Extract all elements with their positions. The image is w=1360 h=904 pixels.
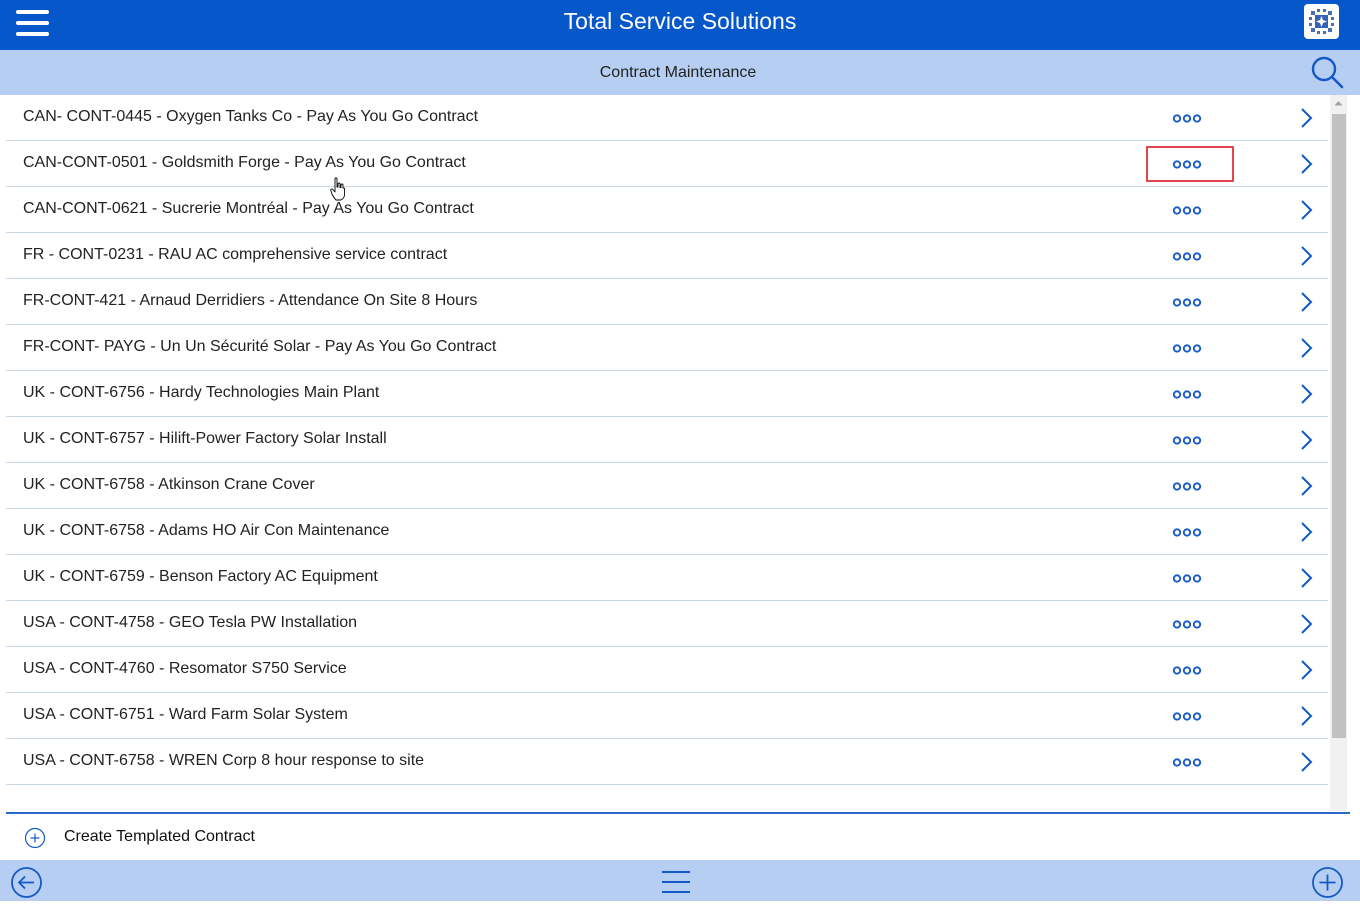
contract-row[interactable]: FR-CONT- PAYG - Un Un Sécurité Solar - P… bbox=[6, 325, 1328, 371]
contract-label: USA - CONT-6758 - WREN Corp 8 hour respo… bbox=[23, 752, 425, 769]
chevron-right-icon[interactable] bbox=[1294, 382, 1318, 406]
more-dots-icon bbox=[1172, 344, 1202, 353]
contract-row[interactable]: UK - CONT-6756 - Hardy Technologies Main… bbox=[6, 371, 1328, 417]
contract-label: UK - CONT-6758 - Atkinson Crane Cover bbox=[23, 476, 315, 493]
more-options-button[interactable] bbox=[1148, 424, 1232, 456]
top-bar: Total Service Solutions bbox=[0, 0, 1360, 50]
contract-label: UK - CONT-6756 - Hardy Technologies Main… bbox=[23, 384, 380, 401]
more-options-button[interactable] bbox=[1148, 654, 1232, 686]
chevron-right-icon[interactable] bbox=[1294, 336, 1318, 360]
chevron-right-icon[interactable] bbox=[1294, 290, 1318, 314]
chevron-right-icon[interactable] bbox=[1294, 474, 1318, 498]
chevron-right-icon[interactable] bbox=[1294, 612, 1318, 636]
chevron-right-icon[interactable] bbox=[1294, 658, 1318, 682]
more-dots-icon bbox=[1172, 712, 1202, 721]
contract-label: UK - CONT-6757 - Hilift-Power Factory So… bbox=[23, 430, 387, 447]
chevron-right-icon[interactable] bbox=[1294, 704, 1318, 728]
contract-label: UK - CONT-6758 - Adams HO Air Con Mainte… bbox=[23, 522, 390, 539]
chevron-right-icon[interactable] bbox=[1294, 106, 1318, 130]
more-options-button[interactable] bbox=[1148, 286, 1232, 318]
contract-label: UK - CONT-6759 - Benson Factory AC Equip… bbox=[23, 568, 378, 585]
more-options-button[interactable] bbox=[1148, 378, 1232, 410]
chevron-right-icon[interactable] bbox=[1294, 244, 1318, 268]
contract-label: CAN- CONT-0445 - Oxygen Tanks Co - Pay A… bbox=[23, 108, 479, 125]
search-icon[interactable] bbox=[1309, 54, 1345, 90]
chevron-right-icon[interactable] bbox=[1294, 566, 1318, 590]
more-dots-icon bbox=[1172, 666, 1202, 675]
create-templated-contract-row[interactable]: Create Templated Contract bbox=[0, 814, 1360, 860]
more-dots-icon bbox=[1172, 758, 1202, 767]
contract-row[interactable]: CAN-CONT-0621 - Sucrerie Montréal - Pay … bbox=[6, 187, 1328, 233]
add-circle-icon[interactable] bbox=[1311, 866, 1344, 899]
chevron-right-icon[interactable] bbox=[1294, 198, 1318, 222]
more-options-button[interactable] bbox=[1146, 146, 1234, 182]
more-options-button[interactable] bbox=[1148, 516, 1232, 548]
more-options-button[interactable] bbox=[1148, 746, 1232, 778]
scrollbar-thumb[interactable] bbox=[1332, 114, 1346, 738]
more-dots-icon bbox=[1172, 298, 1202, 307]
contract-row[interactable]: UK - CONT-6758 - Adams HO Air Con Mainte… bbox=[6, 509, 1328, 555]
more-options-button[interactable] bbox=[1148, 608, 1232, 640]
chevron-right-icon[interactable] bbox=[1294, 750, 1318, 774]
contract-label: USA - CONT-4760 - Resomator S750 Service bbox=[23, 660, 347, 677]
contract-row[interactable]: UK - CONT-6759 - Benson Factory AC Equip… bbox=[6, 555, 1328, 601]
chevron-right-icon[interactable] bbox=[1294, 520, 1318, 544]
more-dots-icon bbox=[1172, 620, 1202, 629]
contract-row[interactable]: USA - CONT-6758 - WREN Corp 8 hour respo… bbox=[6, 739, 1328, 785]
app-logo-icon[interactable] bbox=[1304, 4, 1339, 39]
contract-label: FR-CONT- PAYG - Un Un Sécurité Solar - P… bbox=[23, 338, 497, 355]
contract-label: USA - CONT-6751 - Ward Farm Solar System bbox=[23, 706, 348, 723]
contract-row[interactable]: CAN-CONT-0501 - Goldsmith Forge - Pay As… bbox=[6, 141, 1328, 187]
more-options-button[interactable] bbox=[1148, 194, 1232, 226]
contract-label: FR - CONT-0231 - RAU AC comprehensive se… bbox=[23, 246, 448, 263]
more-dots-icon bbox=[1172, 574, 1202, 583]
contract-label: FR-CONT-421 - Arnaud Derridiers - Attend… bbox=[23, 292, 478, 309]
contract-label: USA - CONT-4758 - GEO Tesla PW Installat… bbox=[23, 614, 358, 631]
more-dots-icon bbox=[1172, 114, 1202, 123]
more-dots-icon bbox=[1172, 436, 1202, 445]
contract-list: CAN- CONT-0445 - Oxygen Tanks Co - Pay A… bbox=[6, 95, 1328, 811]
more-dots-icon bbox=[1172, 482, 1202, 491]
sub-header: Contract Maintenance bbox=[0, 50, 1360, 95]
more-dots-icon bbox=[1172, 390, 1202, 399]
back-arrow-icon[interactable] bbox=[10, 866, 43, 899]
contract-row[interactable]: FR - CONT-0231 - RAU AC comprehensive se… bbox=[6, 233, 1328, 279]
contract-row[interactable]: UK - CONT-6758 - Atkinson Crane Cover bbox=[6, 463, 1328, 509]
more-options-button[interactable] bbox=[1148, 332, 1232, 364]
more-options-button[interactable] bbox=[1148, 562, 1232, 594]
more-options-button[interactable] bbox=[1148, 240, 1232, 272]
more-options-button[interactable] bbox=[1148, 470, 1232, 502]
create-templated-contract-label: Create Templated Contract bbox=[64, 828, 255, 845]
app-title: Total Service Solutions bbox=[563, 8, 797, 34]
contract-label: CAN-CONT-0501 - Goldsmith Forge - Pay As… bbox=[23, 154, 466, 171]
contract-row[interactable]: FR-CONT-421 - Arnaud Derridiers - Attend… bbox=[6, 279, 1328, 325]
contract-label: CAN-CONT-0621 - Sucrerie Montréal - Pay … bbox=[23, 200, 474, 217]
chevron-right-icon[interactable] bbox=[1294, 152, 1318, 176]
more-options-button[interactable] bbox=[1148, 700, 1232, 732]
more-dots-icon bbox=[1172, 528, 1202, 537]
contract-row[interactable]: USA - CONT-4758 - GEO Tesla PW Installat… bbox=[6, 601, 1328, 647]
contract-row[interactable]: UK - CONT-6757 - Hilift-Power Factory So… bbox=[6, 417, 1328, 463]
contract-row[interactable]: USA - CONT-4760 - Resomator S750 Service bbox=[6, 647, 1328, 693]
more-dots-icon bbox=[1172, 160, 1202, 169]
chevron-right-icon[interactable] bbox=[1294, 428, 1318, 452]
nav-menu-icon[interactable] bbox=[661, 869, 691, 895]
contract-row[interactable]: USA - CONT-6751 - Ward Farm Solar System bbox=[6, 693, 1328, 739]
plus-circle-icon bbox=[24, 827, 46, 849]
contract-row[interactable]: CAN- CONT-0445 - Oxygen Tanks Co - Pay A… bbox=[6, 95, 1328, 141]
more-dots-icon bbox=[1172, 252, 1202, 261]
more-options-button[interactable] bbox=[1148, 102, 1232, 134]
more-dots-icon bbox=[1172, 206, 1202, 215]
page-title: Contract Maintenance bbox=[599, 64, 757, 81]
scroll-up-arrow-icon[interactable] bbox=[1330, 95, 1347, 112]
